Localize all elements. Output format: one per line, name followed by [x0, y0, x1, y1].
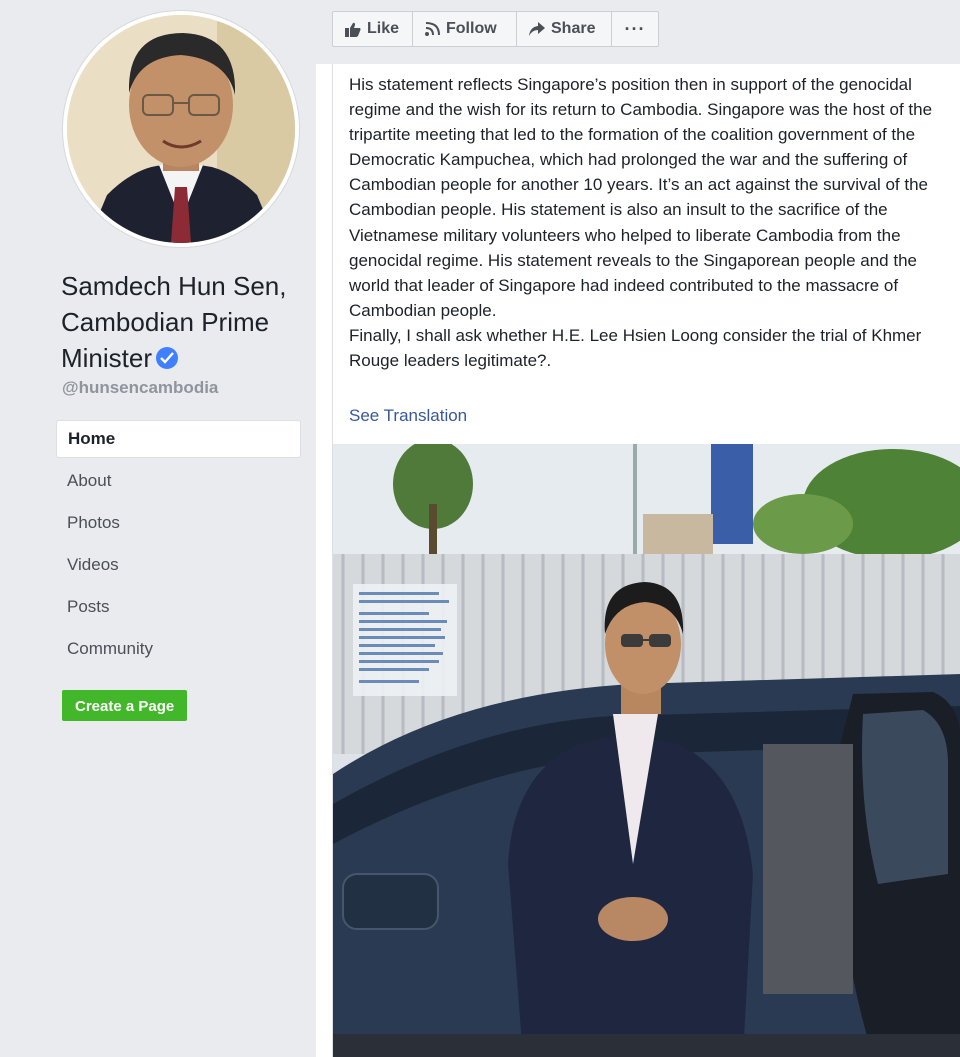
nav-item-videos[interactable]: Videos: [56, 546, 301, 588]
share-label: Share: [551, 20, 596, 37]
nav-item-community[interactable]: Community: [56, 630, 301, 672]
like-label: Like: [367, 20, 400, 37]
page-handle[interactable]: @hunsencambodia: [62, 378, 218, 398]
post-paragraph: Finally, I shall ask whether H.E. Lee Hs…: [349, 325, 922, 371]
more-dots-icon: ···: [624, 19, 646, 39]
follow-button[interactable]: Follow: [412, 11, 517, 47]
nav-item-home[interactable]: Home: [56, 420, 301, 458]
rss-follow-icon: [425, 22, 440, 36]
share-button[interactable]: Share: [516, 11, 612, 47]
create-page-button[interactable]: Create a Page: [62, 690, 188, 721]
like-button[interactable]: Like: [332, 11, 413, 47]
post-photo[interactable]: [333, 444, 960, 1057]
profile-picture[interactable]: [63, 11, 299, 247]
nav-item-about[interactable]: About: [56, 462, 301, 504]
see-translation-link[interactable]: See Translation: [349, 406, 467, 426]
page-nav: Home About Photos Videos Posts Community: [56, 420, 301, 672]
main-content: Like Follow Share ··· His statement refl…: [316, 0, 960, 1057]
thumbs-up-icon: [345, 22, 361, 37]
post-card: His statement reflects Singapore’s posit…: [332, 64, 960, 1057]
more-options-button[interactable]: ···: [611, 11, 659, 47]
page-title[interactable]: Samdech Hun Sen, Cambodian Prime Ministe…: [61, 268, 311, 376]
verified-badge-icon: [156, 347, 179, 369]
nav-item-posts[interactable]: Posts: [56, 588, 301, 630]
post-photo-image: [333, 444, 960, 1057]
post-paragraph: His statement reflects Singapore’s posit…: [349, 75, 933, 320]
post-body: His statement reflects Singapore’s posit…: [349, 72, 949, 373]
page-action-bar: Like Follow Share ···: [316, 0, 960, 64]
share-arrow-icon: [529, 22, 545, 36]
left-sidebar: Samdech Hun Sen, Cambodian Prime Ministe…: [0, 0, 316, 1057]
follow-label: Follow: [446, 20, 497, 37]
profile-photo-image: [67, 15, 295, 243]
nav-item-photos[interactable]: Photos: [56, 504, 301, 546]
